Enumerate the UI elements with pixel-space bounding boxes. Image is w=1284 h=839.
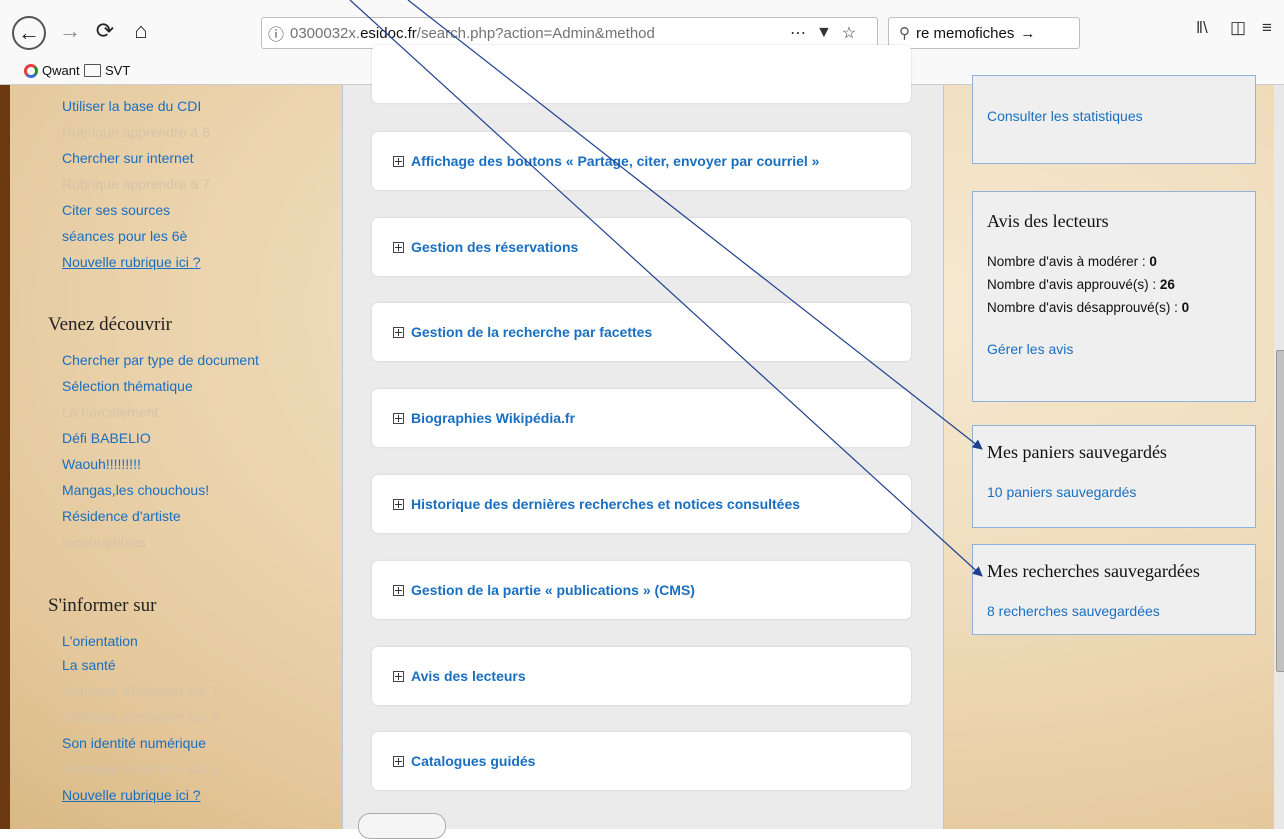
expand-plus-icon[interactable] (393, 498, 404, 510)
card-boutons-partage[interactable]: Affichage des boutons « Partage, citer, … (372, 132, 911, 190)
qwant-icon (24, 63, 38, 78)
expand-plus-icon[interactable] (393, 241, 404, 253)
avis-desapprouves: Nombre d'avis désapprouvé(s) : 0 (987, 300, 1190, 315)
card-reservations[interactable]: Gestion des réservations (372, 218, 911, 276)
bookmark-svt[interactable]: SVT (84, 63, 130, 78)
search-icon: ⚲ (899, 25, 910, 42)
menu-link[interactable]: Waouh!!!!!!!!! (62, 456, 141, 472)
home-icon: ⌂ (134, 18, 148, 43)
pocket-icon[interactable]: ▼ (816, 24, 832, 42)
menu-link[interactable]: Son identité numérique (62, 735, 206, 751)
expand-plus-icon[interactable] (393, 670, 404, 682)
menu-link[interactable]: Incorruptibles (62, 534, 146, 550)
gerer-avis-link[interactable]: Gérer les avis (987, 341, 1073, 357)
stats-box: Consulter les statistiques (972, 75, 1256, 164)
scrollbar-thumb[interactable] (1276, 350, 1284, 672)
menu-link[interactable]: Défi BABELIO (62, 430, 151, 446)
left-menu: Utiliser la base du CDI Rubrique apprend… (10, 85, 342, 829)
menu-link[interactable]: Rubrique s'informer sur 5 (62, 709, 219, 725)
card-facettes[interactable]: Gestion de la recherche par facettes (372, 303, 911, 361)
menu-link[interactable]: Résidence d'artiste (62, 508, 181, 524)
page-content: Utiliser la base du CDI Rubrique apprend… (0, 45, 1284, 839)
menu-link[interactable]: Rubrique s'informer sur 7 (62, 683, 219, 699)
folder-icon (84, 64, 101, 77)
expand-plus-icon[interactable] (393, 755, 404, 767)
paniers-title: Mes paniers sauvegardés (987, 442, 1167, 462)
card-partial (372, 45, 911, 103)
url-text[interactable]: 0300032x.esidoc.fr/search.php?action=Adm… (290, 25, 780, 42)
menu-link[interactable]: Nouvelle rubrique ici ? (62, 787, 201, 803)
search-go-icon[interactable]: → (1020, 25, 1035, 42)
recherches-title: Mes recherches sauvegardées (987, 561, 1200, 581)
menu-link[interactable]: Utiliser la base du CDI (62, 98, 201, 114)
forward-arrow-icon: → (59, 18, 81, 43)
avis-box: Avis des lecteurs Nombre d'avis à modére… (972, 191, 1256, 402)
menu-link[interactable]: Chercher sur internet (62, 150, 194, 166)
forward-button[interactable]: → (53, 14, 87, 48)
avis-title: Avis des lecteurs (987, 211, 1109, 231)
right-sidebar: Consulter les statistiques Avis des lect… (943, 75, 1284, 829)
library-icon[interactable]: ‖\ (1196, 18, 1208, 38)
expand-plus-icon[interactable] (393, 155, 404, 167)
menu-link[interactable]: Nouvelle rubrique ici ? (62, 254, 201, 270)
home-button[interactable]: ⌂ (124, 14, 158, 48)
star-icon[interactable]: ☆ (842, 23, 856, 43)
menu-link[interactable]: séances pour les 6è (62, 228, 187, 244)
menu-link[interactable]: La santé (62, 657, 116, 673)
expand-plus-icon[interactable] (393, 584, 404, 596)
back-button[interactable]: ← (12, 16, 46, 50)
menu-icon[interactable]: ≡ (1262, 18, 1272, 38)
stats-link[interactable]: Consulter les statistiques (987, 108, 1143, 124)
expand-plus-icon[interactable] (393, 412, 404, 424)
menu-link[interactable]: Chercher par type de document (62, 352, 259, 368)
menu-link[interactable]: Rubrique s'informer sur 6 (62, 761, 219, 777)
expand-plus-icon[interactable] (393, 326, 404, 338)
card-biographies[interactable]: Biographies Wikipédia.fr (372, 389, 911, 447)
bookmark-qwant[interactable]: Qwant (24, 63, 80, 78)
search-bar[interactable]: ⚲ re memofiches → (888, 17, 1080, 49)
card-historique[interactable]: Historique des dernières recherches et n… (372, 475, 911, 533)
card-publications[interactable]: Gestion de la partie « publications » (C… (372, 561, 911, 619)
paniers-box: Mes paniers sauvegardés 10 paniers sauve… (972, 425, 1256, 528)
sidebar-icon[interactable]: ◫ (1230, 18, 1246, 38)
menu-link[interactable]: Rubrique apprendre à 6 (62, 124, 210, 140)
info-icon[interactable]: ⓘ (262, 21, 290, 45)
back-arrow-icon: ← (18, 20, 40, 45)
menu-link[interactable]: Sélection thématique (62, 378, 193, 394)
reload-icon: ⟳ (95, 18, 115, 43)
search-text[interactable]: re memofiches (916, 25, 1014, 42)
avis-moderer: Nombre d'avis à modérer : 0 (987, 254, 1157, 269)
reload-button[interactable]: ⟳ (88, 14, 122, 48)
menu-link[interactable]: Rubrique apprendre à 7 (62, 176, 210, 192)
card-catalogues-guides[interactable]: Catalogues guidés (372, 732, 911, 790)
paniers-link[interactable]: 10 paniers sauvegardés (987, 484, 1136, 500)
venez-title: Venez découvrir (48, 314, 172, 335)
informer-title: S'informer sur (48, 595, 157, 616)
menu-link[interactable]: Citer ses sources (62, 202, 170, 218)
recherches-link[interactable]: 8 recherches sauvegardées (987, 603, 1160, 619)
card-avis-lecteurs[interactable]: Avis des lecteurs (372, 647, 911, 705)
admin-panel: Affichage des boutons « Partage, citer, … (342, 45, 944, 839)
page-actions-icon[interactable]: ⋯ (790, 23, 806, 43)
partial-button[interactable] (358, 813, 446, 839)
menu-link[interactable]: Mangas,les chouchous! (62, 482, 209, 498)
avis-approuves: Nombre d'avis approuvé(s) : 26 (987, 277, 1175, 292)
menu-link[interactable]: L'orientation (62, 633, 138, 649)
recherches-box: Mes recherches sauvegardées 8 recherches… (972, 544, 1256, 635)
menu-link[interactable]: Le harcèlement (62, 404, 159, 420)
